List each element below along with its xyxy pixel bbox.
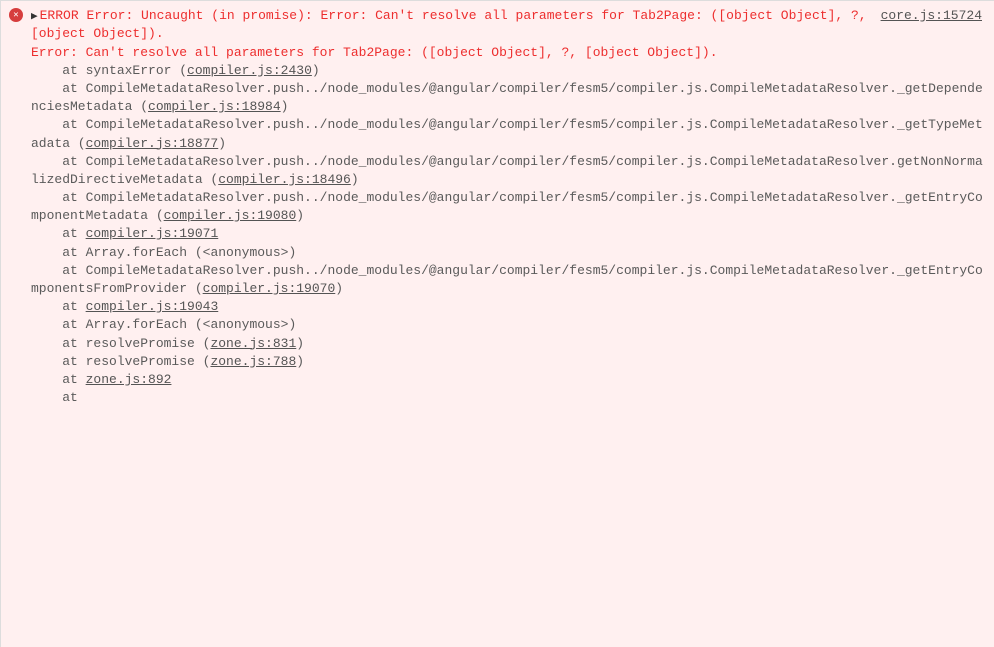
stack-frame: at CompileMetadataResolver.push../node_m… bbox=[31, 154, 983, 187]
stack-file-link[interactable]: compiler.js:19080 bbox=[164, 208, 297, 223]
stack-file-link[interactable]: compiler.js:19070 bbox=[203, 281, 336, 296]
stack-file-link[interactable]: compiler.js:19071 bbox=[86, 226, 219, 241]
stack-frame: at zone.js:892 bbox=[31, 372, 171, 387]
stack-file-link[interactable]: compiler.js:18496 bbox=[218, 172, 351, 187]
stack-frame: at syntaxError (compiler.js:2430) bbox=[31, 63, 320, 78]
stack-file-link[interactable]: zone.js:831 bbox=[210, 336, 296, 351]
stack-frame: at resolvePromise (zone.js:788) bbox=[31, 354, 304, 369]
source-file-link[interactable]: core.js:15724 bbox=[881, 7, 982, 25]
stack-frame: at Array.forEach (<anonymous>) bbox=[31, 245, 296, 260]
stack-file-link[interactable]: zone.js:892 bbox=[86, 372, 172, 387]
stack-trace: at syntaxError (compiler.js:2430) at Com… bbox=[31, 63, 983, 405]
stack-frame: at resolvePromise (zone.js:831) bbox=[31, 336, 304, 351]
stack-frame: at compiler.js:19043 bbox=[31, 299, 218, 314]
stack-file-link[interactable]: compiler.js:18877 bbox=[86, 136, 219, 151]
stack-file-link[interactable]: zone.js:788 bbox=[210, 354, 296, 369]
console-error-entry: core.js:15724 ▶ERROR Error: Uncaught (in… bbox=[1, 1, 994, 413]
error-content: ▶ERROR Error: Uncaught (in promise): Err… bbox=[31, 7, 986, 407]
stack-frame: at compiler.js:19071 bbox=[31, 226, 218, 241]
error-message-line1: Error: Uncaught (in promise): Error: Can… bbox=[31, 8, 874, 41]
stack-file-link[interactable]: compiler.js:2430 bbox=[187, 63, 312, 78]
stack-frame: at CompileMetadataResolver.push../node_m… bbox=[31, 81, 983, 114]
error-prefix: ERROR bbox=[40, 8, 79, 23]
stack-file-link[interactable]: compiler.js:18984 bbox=[148, 99, 281, 114]
stack-frame: at bbox=[31, 390, 78, 405]
stack-file-link[interactable]: compiler.js:19043 bbox=[86, 299, 219, 314]
error-icon bbox=[9, 8, 23, 22]
stack-frame: at CompileMetadataResolver.push../node_m… bbox=[31, 263, 983, 296]
stack-frame: at Array.forEach (<anonymous>) bbox=[31, 317, 296, 332]
stack-frame: at CompileMetadataResolver.push../node_m… bbox=[31, 117, 983, 150]
error-message-line2: Error: Can't resolve all parameters for … bbox=[31, 45, 718, 60]
stack-frame: at CompileMetadataResolver.push../node_m… bbox=[31, 190, 983, 223]
expand-arrow-icon[interactable]: ▶ bbox=[31, 10, 38, 25]
